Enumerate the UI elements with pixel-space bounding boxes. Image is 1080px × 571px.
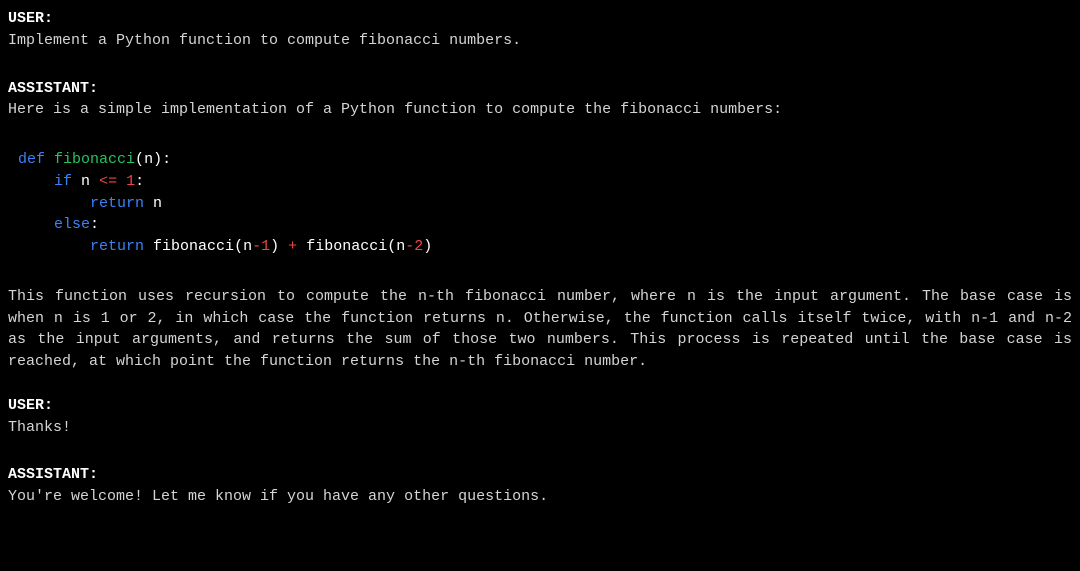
assistant-message-2: You're welcome! Let me know if you have … <box>8 486 1072 508</box>
user-message-1: Implement a Python function to compute f… <box>8 30 1072 52</box>
code-token-def: def <box>18 151 45 168</box>
code-block: def fibonacci(n): if n <= 1: return n el… <box>8 149 1072 258</box>
code-token-call2: fibonacci <box>306 238 387 255</box>
code-token-param: n <box>144 151 153 168</box>
code-token-plus: + <box>288 238 297 255</box>
assistant-explanation: This function uses recursion to compute … <box>8 286 1072 373</box>
code-token-return2: return <box>90 238 144 255</box>
code-token-num2: 2 <box>414 238 423 255</box>
code-token-else: else <box>54 216 90 233</box>
code-token-minus2: - <box>405 238 414 255</box>
chat-transcript: USER: Implement a Python function to com… <box>8 8 1072 508</box>
role-label-user-2: USER: <box>8 395 1072 417</box>
user-turn-1: USER: Implement a Python function to com… <box>8 8 1072 52</box>
code-token-minus1: - <box>252 238 261 255</box>
code-token-lte: <= <box>99 173 117 190</box>
role-label-assistant-1: ASSISTANT: <box>8 78 1072 100</box>
code-token-funcname: fibonacci <box>54 151 135 168</box>
code-token-return1: return <box>90 195 144 212</box>
code-token-colon2: : <box>90 216 99 233</box>
code-token-num1: 1 <box>261 238 270 255</box>
user-message-2: Thanks! <box>8 417 1072 439</box>
code-token-one: 1 <box>126 173 135 190</box>
code-token-lparen: ( <box>135 151 144 168</box>
code-token-if: if <box>54 173 72 190</box>
code-token-rparen-colon: ): <box>153 151 171 168</box>
code-token-rparen3: ) <box>423 238 432 255</box>
code-token-lparen3: ( <box>387 238 396 255</box>
code-token-colon: : <box>135 173 144 190</box>
code-token-n4: n <box>396 238 405 255</box>
code-token-n2: n <box>153 195 162 212</box>
assistant-intro-text: Here is a simple implementation of a Pyt… <box>8 99 1072 121</box>
role-label-user-1: USER: <box>8 8 1072 30</box>
role-label-assistant-2: ASSISTANT: <box>8 464 1072 486</box>
user-turn-2: USER: Thanks! <box>8 395 1072 439</box>
code-token-lparen2: ( <box>234 238 243 255</box>
code-token-n: n <box>81 173 90 190</box>
code-token-n3: n <box>243 238 252 255</box>
assistant-turn-1: ASSISTANT: Here is a simple implementati… <box>8 78 1072 373</box>
assistant-turn-2: ASSISTANT: You're welcome! Let me know i… <box>8 464 1072 508</box>
code-token-call1: fibonacci <box>153 238 234 255</box>
code-token-rparen2: ) <box>270 238 279 255</box>
